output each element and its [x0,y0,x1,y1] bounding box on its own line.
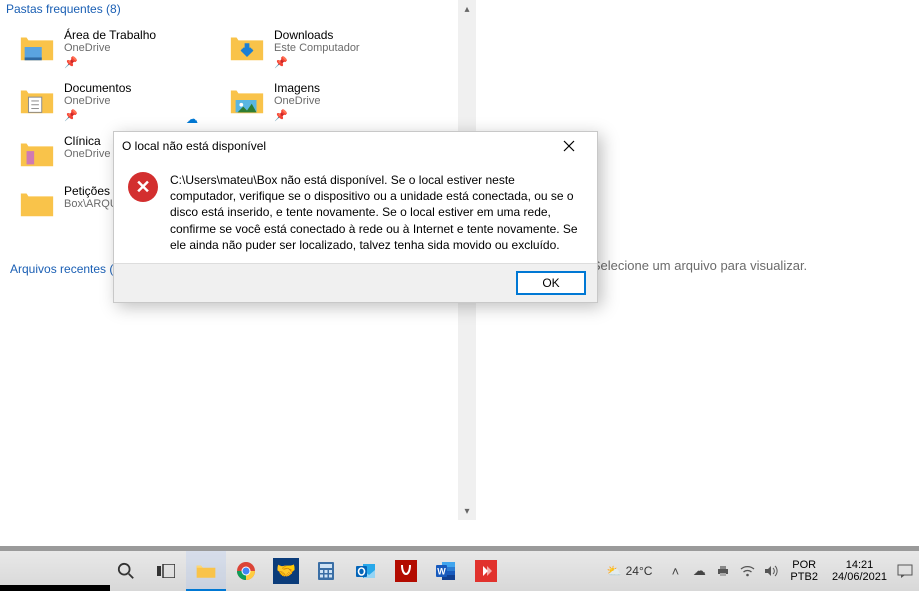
folder-subtitle: Este Computador [274,42,360,54]
clock-date: 24/06/2021 [832,571,887,583]
lang-line2: PTB2 [790,571,818,583]
folder-name: Clínica [64,134,110,148]
action-center-button[interactable] [895,551,915,591]
outlook-icon [355,560,377,582]
dialog-message: C:\Users\mateu\Box não está disponível. … [170,172,583,253]
search-button[interactable] [106,551,146,591]
tray-volume-icon[interactable] [760,551,782,591]
taskbar-app-chrome[interactable] [226,551,266,591]
tray-chevron-up-icon[interactable]: ˄ [664,551,686,591]
dialog-titlebar[interactable]: O local não está disponível [114,132,597,160]
taskbar-weather[interactable]: ⛅ 24°C [607,564,653,578]
folder-subtitle: OneDrive [64,148,110,160]
section-header-recent[interactable]: Arquivos recentes (2 [4,260,126,278]
folder-icon [18,134,56,172]
taskbar-app-handshake[interactable]: 🤝 [266,551,306,591]
clock-time: 14:21 [832,559,887,571]
close-icon [563,140,575,152]
taskbar-app-anydesk[interactable] [466,551,506,591]
taskbar-app-file-explorer[interactable] [186,551,226,591]
calculator-icon [316,561,336,581]
folder-item[interactable]: Documentos OneDrive 📌 ☁ [0,75,210,128]
taskbar-app-word[interactable]: W [426,551,466,591]
task-view-button[interactable] [146,551,186,591]
folder-subtitle: OneDrive [274,95,320,107]
folder-name: Downloads [274,28,360,42]
notification-icon [897,563,913,579]
folder-name: Documentos [64,81,131,95]
folder-icon [18,184,56,222]
preview-placeholder: Selecione um arquivo para visualizar. [592,258,807,273]
lang-line1: POR [790,559,818,571]
svg-text:W: W [437,567,446,577]
folder-item[interactable]: Área de Trabalho OneDrive 📌 [0,22,210,75]
documents-folder-icon [18,81,56,119]
taskbar-language[interactable]: POR PTB2 [790,559,818,583]
word-icon: W [435,560,457,582]
error-dialog: O local não está disponível ✕ C:\Users\m… [113,131,598,303]
tray-printer-icon[interactable] [712,551,734,591]
folder-subtitle: OneDrive [64,95,131,107]
pin-icon: 📌 [274,56,360,69]
anydesk-icon [475,560,497,582]
dialog-close-button[interactable] [549,132,589,160]
taskbar: 🤝 W ⛅ 24°C ˄ ☁ POR PTB2 14:21 24/06/2021 [0,551,919,591]
weather-icon: ⛅ [607,564,622,578]
search-icon [117,562,135,580]
folder-name: Área de Trabalho [64,28,156,42]
pdf-icon [395,560,417,582]
scroll-down-arrow[interactable]: ▾ [458,502,476,520]
tray-onedrive-icon[interactable]: ☁ [688,551,710,591]
folder-subtitle: OneDrive [64,42,156,54]
downloads-folder-icon [228,28,266,66]
black-strip [0,585,110,591]
dialog-title: O local não está disponível [122,139,549,153]
handshake-icon: 🤝 [273,558,299,584]
chrome-icon [236,561,256,581]
folder-item[interactable]: Downloads Este Computador 📌 [210,22,420,75]
pictures-folder-icon [228,81,266,119]
ok-button[interactable]: OK [517,272,585,294]
pin-icon: 📌 [64,109,131,122]
weather-temp: 24°C [626,564,653,578]
task-view-icon [157,564,175,578]
taskbar-app-acrobat[interactable] [386,551,426,591]
folder-name: Imagens [274,81,320,95]
taskbar-app-outlook[interactable] [346,551,386,591]
taskbar-clock[interactable]: 14:21 24/06/2021 [832,559,887,583]
section-header-frequent[interactable]: Pastas frequentes (8) [0,0,480,18]
pin-icon: 📌 [64,56,156,69]
folder-icon [195,559,217,581]
taskbar-app-calculator[interactable] [306,551,346,591]
desktop-folder-icon [18,28,56,66]
tray-wifi-icon[interactable] [736,551,758,591]
error-icon: ✕ [128,172,158,202]
scroll-up-arrow[interactable]: ▴ [458,0,476,18]
